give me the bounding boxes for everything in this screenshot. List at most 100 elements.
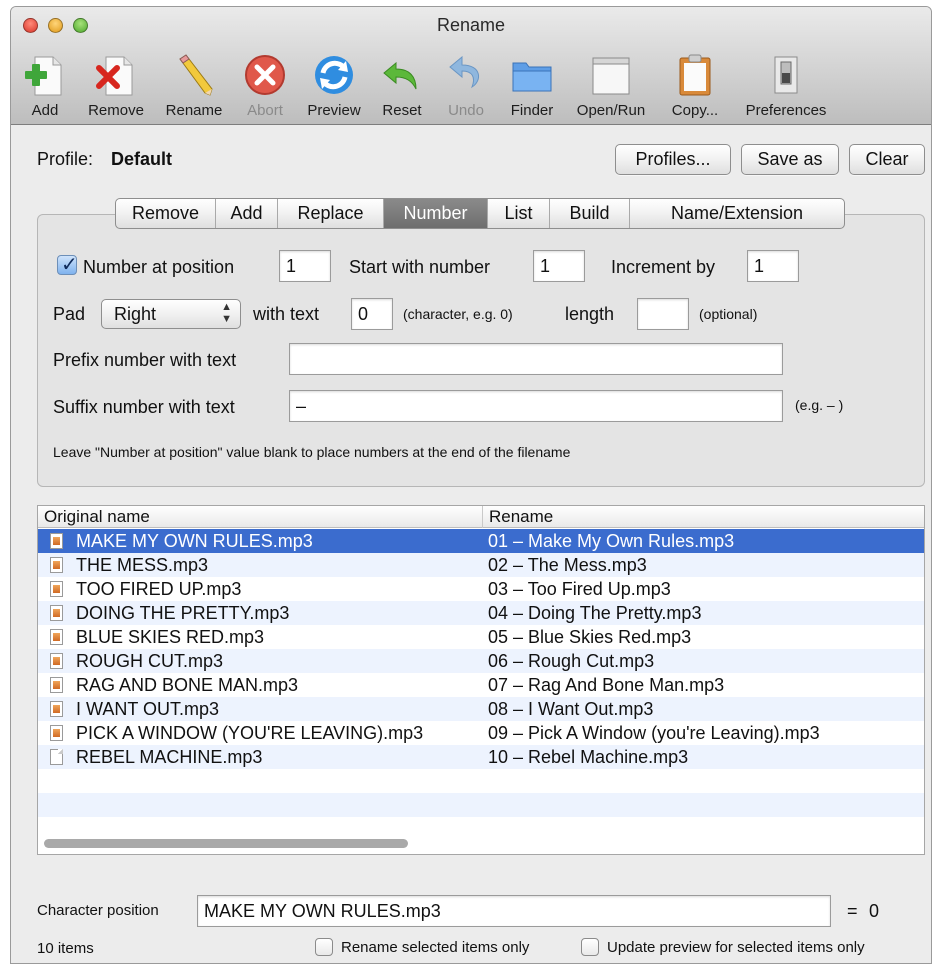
table-row[interactable]: I WANT OUT.mp3 08 – I Want Out.mp3 xyxy=(38,697,924,721)
equals-sign: = xyxy=(847,901,858,921)
add-icon xyxy=(25,56,62,96)
char-position-result: 0 xyxy=(869,901,880,921)
start-with-label: Start with number xyxy=(349,257,491,277)
original-name-cell: PICK A WINDOW (YOU'RE LEAVING).mp3 xyxy=(76,723,424,743)
tab-list[interactable]: List xyxy=(488,199,550,228)
tab-replace[interactable]: Replace xyxy=(278,199,384,228)
column-header-rename[interactable]: Rename xyxy=(482,506,924,528)
preview-label: Preview xyxy=(307,102,361,119)
file-table: Original name Rename MAKE MY OWN RULES.m… xyxy=(37,505,925,855)
profile-name: Default xyxy=(111,149,173,169)
table-row[interactable]: PICK A WINDOW (YOU'RE LEAVING).mp3 09 – P… xyxy=(38,721,924,745)
rename-selected-checkbox[interactable] xyxy=(315,938,333,956)
start-with-input[interactable]: 1 xyxy=(533,250,585,282)
table-row[interactable]: ROUGH CUT.mp3 06 – Rough Cut.mp3 xyxy=(38,649,924,673)
prefix-input[interactable] xyxy=(289,343,783,375)
increment-by-input[interactable]: 1 xyxy=(747,250,799,282)
table-row[interactable]: THE MESS.mp3 02 – The Mess.mp3 xyxy=(38,553,924,577)
finder-label: Finder xyxy=(510,102,554,119)
copy-button[interactable]: Copy... xyxy=(661,47,729,123)
preferences-button[interactable]: Preferences xyxy=(735,47,837,123)
update-preview-checkbox[interactable] xyxy=(581,938,599,956)
save-as-button[interactable]: Save as xyxy=(741,144,839,175)
empty-row xyxy=(38,793,924,817)
original-name-cell: I WANT OUT.mp3 xyxy=(76,699,220,719)
preview-button[interactable]: Preview xyxy=(303,47,365,123)
original-name-cell: ROUGH CUT.mp3 xyxy=(76,651,224,671)
open-run-button[interactable]: Open/Run xyxy=(571,47,651,123)
rename-cell: 06 – Rough Cut.mp3 xyxy=(488,651,655,671)
abort-button[interactable]: Abort xyxy=(237,47,293,123)
copy-label: Copy... xyxy=(671,102,719,119)
rename-cell: 04 – Doing The Pretty.mp3 xyxy=(488,603,702,623)
clipboard-icon xyxy=(679,54,711,96)
tab-bar: Remove Add Replace Number List Build Nam… xyxy=(115,198,845,229)
reset-button[interactable]: Reset xyxy=(375,47,429,123)
chevron-updown-icon: ▲ ▼ xyxy=(221,301,232,325)
tab-add[interactable]: Add xyxy=(216,199,278,228)
pad-select-value: Right xyxy=(114,304,157,324)
table-row[interactable]: DOING THE PRETTY.mp3 04 – Doing The Prett… xyxy=(38,601,924,625)
pad-select[interactable]: Right ▲ ▼ xyxy=(101,299,241,329)
mp3-file-icon xyxy=(50,533,63,549)
with-text-label: with text xyxy=(253,304,320,324)
window-icon xyxy=(592,57,630,95)
rename-selected-label: Rename selected items only xyxy=(341,939,530,956)
original-name-cell: MAKE MY OWN RULES.mp3 xyxy=(76,531,313,551)
rename-cell: 08 – I Want Out.mp3 xyxy=(488,699,654,719)
empty-row xyxy=(38,817,924,841)
char-position-input[interactable]: MAKE MY OWN RULES.mp3 xyxy=(197,895,831,927)
mp3-file-icon xyxy=(50,605,63,621)
table-row[interactable]: REBEL MACHINE.mp3 10 – Rebel Machine.mp3 xyxy=(38,745,924,769)
pad-text-input[interactable]: 0 xyxy=(351,298,393,330)
refresh-icon xyxy=(315,56,353,94)
suffix-hint: (e.g. – ) xyxy=(795,397,844,413)
mp3-file-icon xyxy=(50,725,63,741)
table-body: MAKE MY OWN RULES.mp3 01 – Make My Own Ru… xyxy=(38,529,924,841)
remove-label: Remove xyxy=(88,102,144,119)
horizontal-scrollbar[interactable] xyxy=(44,839,408,848)
rename-window: Rename Add Remove Rename Abort Preview R… xyxy=(10,6,932,964)
original-name-cell: TOO FIRED UP.mp3 xyxy=(76,579,242,599)
table-row[interactable]: BLUE SKIES RED.mp3 05 – Blue Skies Red.mp… xyxy=(38,625,924,649)
table-row[interactable]: TOO FIRED UP.mp3 03 – Too Fired Up.mp3 xyxy=(38,577,924,601)
mp3-file-icon xyxy=(50,629,63,645)
abort-icon xyxy=(245,55,285,95)
undo-label: Undo xyxy=(448,102,484,119)
table-row[interactable]: RAG AND BONE MAN.mp3 07 – Rag And Bone Ma… xyxy=(38,673,924,697)
rename-label: Rename xyxy=(165,102,223,119)
clear-button[interactable]: Clear xyxy=(849,144,925,175)
rename-button[interactable]: Rename xyxy=(159,47,229,123)
rename-cell: 10 – Rebel Machine.mp3 xyxy=(488,747,689,767)
reset-arrow-icon xyxy=(383,61,417,90)
rename-cell: 07 – Rag And Bone Man.mp3 xyxy=(488,675,725,695)
tab-number[interactable]: Number xyxy=(384,199,488,228)
mp3-file-icon xyxy=(50,701,63,717)
mp3-file-icon xyxy=(50,557,63,573)
add-button[interactable]: Add xyxy=(19,47,71,123)
suffix-input[interactable]: – xyxy=(289,390,783,422)
window-title: Rename xyxy=(436,15,506,35)
table-row[interactable]: MAKE MY OWN RULES.mp3 01 – Make My Own Ru… xyxy=(38,529,924,553)
prefix-label: Prefix number with text xyxy=(53,350,237,370)
tab-remove[interactable]: Remove xyxy=(116,199,216,228)
table-header: Original name Rename xyxy=(38,506,924,528)
number-at-position-checkbox[interactable]: ✓ xyxy=(57,254,78,276)
undo-button[interactable]: Undo xyxy=(441,47,491,123)
number-at-position-input[interactable]: 1 xyxy=(279,250,331,282)
rename-cell: 01 – Make My Own Rules.mp3 xyxy=(488,531,735,551)
length-hint: (optional) xyxy=(699,306,758,322)
finder-button[interactable]: Finder xyxy=(503,47,561,123)
profiles-button[interactable]: Profiles... xyxy=(615,144,731,175)
original-name-cell: REBEL MACHINE.mp3 xyxy=(76,747,263,767)
remove-button[interactable]: Remove xyxy=(81,47,151,123)
length-input[interactable] xyxy=(637,298,689,330)
toolbar: Rename Add Remove Rename Abort Preview R… xyxy=(11,7,931,125)
rename-cell: 09 – Pick A Window (you're Leaving).mp3 xyxy=(488,723,820,743)
number-at-position-label: Number at position xyxy=(83,257,235,277)
tab-name-extension[interactable]: Name/Extension xyxy=(630,199,844,228)
column-header-original[interactable]: Original name xyxy=(38,506,482,528)
rename-cell: 03 – Too Fired Up.mp3 xyxy=(488,579,671,599)
tab-build[interactable]: Build xyxy=(550,199,630,228)
char-position-label: Character position xyxy=(37,902,159,919)
